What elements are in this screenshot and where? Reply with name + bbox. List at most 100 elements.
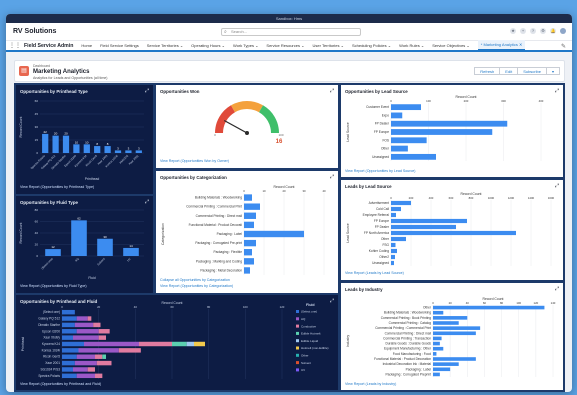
view-report-link[interactable]: View Report (Opportunities by Printhead … <box>20 185 94 189</box>
bar <box>433 346 444 351</box>
bar-segment <box>118 348 141 353</box>
collapse-link[interactable]: Collapse all Opportunities by Categoriza… <box>160 278 230 282</box>
bar-segment <box>87 316 92 321</box>
data-label: 20 <box>54 132 58 136</box>
nav-item-scheduling-policies[interactable]: Scheduling Policies ⌄ <box>352 43 391 48</box>
legend-swatch <box>296 361 299 365</box>
bar-segment <box>76 354 95 359</box>
category-label: (Select one) <box>43 310 60 314</box>
tick-label: 120 <box>534 301 539 305</box>
view-report-link[interactable]: View Report (Leads by Industry) <box>345 382 396 386</box>
gauge-band <box>231 101 263 113</box>
bar <box>244 258 254 265</box>
gauge-max: 100 <box>278 133 283 137</box>
tick-label: 100 <box>516 301 521 305</box>
setup-icon[interactable]: ⚙ <box>540 28 546 34</box>
legend-label: Edible Liquid <box>301 339 319 343</box>
data-label: 22 <box>44 130 48 134</box>
bar-segment <box>62 360 75 366</box>
view-report-link[interactable]: View Report (Leads by Lead Source) <box>345 271 404 275</box>
category-label: Konica 1024i <box>42 348 61 352</box>
window-title-bar: Sandbox: Hms <box>6 14 572 23</box>
tick-label: 1000 <box>488 196 495 200</box>
bar-segment <box>76 329 99 334</box>
bar <box>433 352 437 356</box>
category-label: Packaging : Corrugated Pre-print <box>195 241 242 245</box>
category-label: Expo <box>382 113 389 117</box>
tick-label: 400 <box>539 99 544 103</box>
header-icons: ★ + ? ⚙ 🔔 <box>510 28 566 34</box>
bar-segment <box>98 335 106 340</box>
category-label: UV <box>126 257 132 263</box>
tick-label: 0 <box>243 189 245 193</box>
bar <box>391 242 396 248</box>
bar-segment <box>76 373 95 379</box>
view-report-link[interactable]: View Report (Opportunities by Lead Sourc… <box>345 169 415 173</box>
legend-label: Solvent <box>301 361 311 365</box>
tick-label: 10 <box>262 189 266 193</box>
tick-label: 600 <box>449 196 454 200</box>
app-launcher-icon[interactable]: ⋮⋮ <box>6 42 24 49</box>
more-actions-button[interactable]: ▾ <box>545 67 560 75</box>
nav-item-operating-hours[interactable]: Operating Hours ⌄ <box>191 43 225 48</box>
nav-item-field-service-settings[interactable]: Field Service Settings <box>100 43 139 48</box>
nav-item-work-rules[interactable]: Work Rules ⌄ <box>399 43 424 48</box>
bar-segment <box>73 367 88 372</box>
category-label: Other <box>381 147 390 151</box>
bar-segment <box>87 367 95 372</box>
bar-segment <box>62 341 84 347</box>
category-label: Xaar Xbdt/y <box>43 336 60 340</box>
nav-item-service-territories[interactable]: Service Territories ⌄ <box>147 43 183 48</box>
category-label: FP Dealer <box>375 122 390 126</box>
bar-segment <box>84 341 139 347</box>
bar-segment <box>62 367 73 372</box>
printhead-chart: 01530456022Spectra Polaris20Galaxy PQ 51… <box>19 99 144 181</box>
nav-edit-icon[interactable]: ✎ <box>561 43 566 50</box>
bar <box>114 150 122 153</box>
view-report-link[interactable]: View Report (Opportunities Won by Owner) <box>160 159 229 163</box>
nav-item-service-objectives[interactable]: Service Objectives ⌄ <box>432 43 470 48</box>
bar <box>42 133 49 153</box>
search-icon: ⌕ <box>224 29 227 35</box>
category-label: Advertisement <box>369 201 389 205</box>
view-report-link[interactable]: View Report (Opportunities by Printhead … <box>20 382 101 386</box>
nav-item-user-territories[interactable]: User Territories ⌄ <box>312 43 344 48</box>
avatar[interactable] <box>560 28 566 34</box>
help-icon[interactable]: ? <box>530 28 536 34</box>
data-label: 30 <box>103 235 107 239</box>
subscribe-button[interactable]: Subscribe <box>517 67 547 75</box>
refresh-button[interactable]: Refresh <box>474 67 501 75</box>
nav-item-home[interactable]: Home <box>81 43 92 48</box>
leads-by-industry-chart: Record Count0 20 40 60 80 100 120 140OtherBuild… <box>346 297 556 377</box>
favorites-icon[interactable]: ★ <box>510 28 516 34</box>
tick-label: 0 <box>36 254 38 258</box>
category-label: Galaxy PQ 512 <box>38 317 60 321</box>
category-label: Xaar 2001 <box>128 154 140 166</box>
bar <box>391 120 508 127</box>
tick-label: 20 <box>282 189 286 193</box>
bar-segment <box>93 322 101 328</box>
data-label: 14 <box>129 244 133 248</box>
category-label: Epson i3200 <box>42 329 60 333</box>
category-label: Cold Call <box>376 207 389 211</box>
tick-label: 40 <box>466 301 470 305</box>
bar-segment <box>95 373 103 379</box>
bar <box>391 153 436 160</box>
view-report-link[interactable]: View Report (Opportunities by Categoriza… <box>160 284 233 288</box>
nav-item-service-resources[interactable]: Service Resources ⌄ <box>266 43 304 48</box>
y-axis-label: Industry <box>346 335 350 347</box>
view-report-link[interactable]: View Report (Opportunities by Fluid Type… <box>20 284 87 288</box>
global-search-input[interactable]: ⌕ Search... <box>221 28 361 36</box>
tick-label: 100 <box>426 99 431 103</box>
tick-label: 60 <box>35 220 39 224</box>
notifications-icon[interactable]: 🔔 <box>550 28 556 34</box>
add-icon[interactable]: + <box>520 28 526 34</box>
bar <box>123 247 139 256</box>
nav-item-work-types[interactable]: Work Types ⌄ <box>233 43 258 48</box>
tick-label: 0 <box>390 99 392 103</box>
tab-marketing-analytics[interactable]: * Marketing Analytics ✕ <box>477 40 526 51</box>
tick-label: 40 <box>322 189 326 193</box>
tick-label: 80 <box>207 305 211 309</box>
category-label: Ricoh Gen5 <box>85 154 99 168</box>
edit-button[interactable]: Edit <box>499 67 519 75</box>
